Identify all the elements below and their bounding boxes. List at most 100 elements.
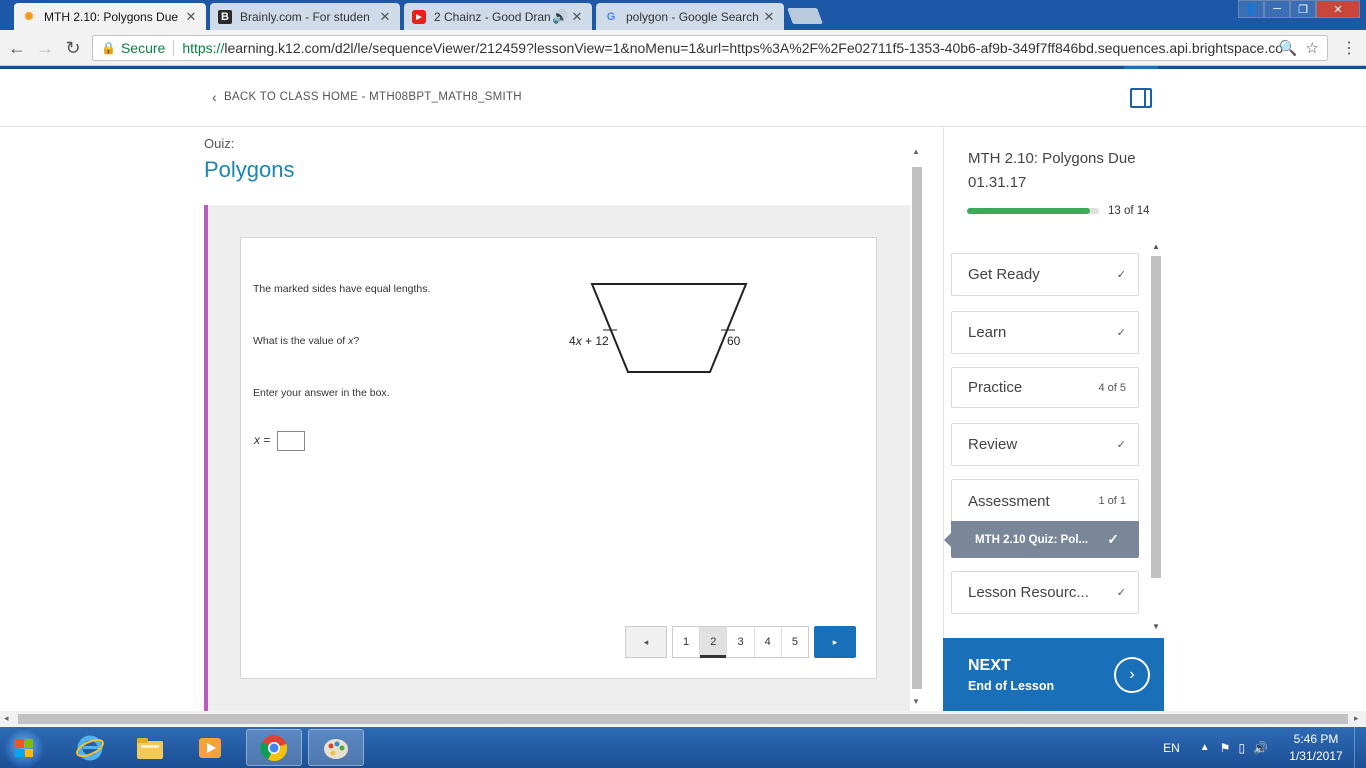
sidebar-item-lesson-resources[interactable]: Lesson Resourc... ✓ <box>951 571 1139 614</box>
scroll-left-arrow[interactable]: ◂ <box>4 713 9 724</box>
zoom-icon[interactable]: 🔍 <box>1279 39 1298 57</box>
panel-toggle-icon[interactable] <box>1130 88 1152 108</box>
chrome-icon[interactable] <box>246 729 302 766</box>
tab-polygons[interactable]: ✺ MTH 2.10: Polygons Due ✕ <box>14 3 206 30</box>
browser-tab-strip: ✺ MTH 2.10: Polygons Due ✕ B Brainly.com… <box>0 0 1366 30</box>
question-prompt: What is the value of x? <box>253 335 359 347</box>
sidebar-subitem-quiz[interactable]: MTH 2.10 Quiz: Pol... ✓ <box>944 521 1139 558</box>
volume-icon[interactable]: 🔊 <box>1253 741 1268 755</box>
sidebar-item-label: Assessment <box>968 492 1050 510</box>
content-scrollbar[interactable]: ▲ ▼ <box>910 145 924 710</box>
scroll-right-arrow[interactable]: ▸ <box>1354 713 1359 724</box>
practice-count: 4 of 5 <box>1098 381 1126 394</box>
new-tab-button[interactable] <box>787 8 823 24</box>
address-bar[interactable]: 🔒 Secure https://learning.k12.com/d2l/le… <box>92 35 1328 61</box>
sidebar-item-label: Get Ready <box>968 266 1040 283</box>
page-title: Polygons <box>204 157 295 182</box>
answer-input[interactable] <box>277 431 305 451</box>
quiz-label: Quiz: <box>204 136 235 148</box>
answer-instruction: Enter your answer in the box. <box>253 387 390 399</box>
tab-brainly[interactable]: B Brainly.com - For studen ✕ <box>210 3 400 30</box>
sidebar-item-assessment[interactable]: Assessment 1 of 1 <box>951 479 1139 522</box>
sidebar-item-review[interactable]: Review ✓ <box>951 423 1139 466</box>
close-icon[interactable]: ✕ <box>378 9 392 25</box>
lock-icon: 🔒 <box>101 41 116 55</box>
next-title: NEXT <box>968 657 1011 674</box>
omnibox-actions: 🔍 ☆ <box>1279 39 1319 57</box>
tab-youtube[interactable]: ▶ 2 Chainz - Good Dran 🔊 ✕ <box>404 3 592 30</box>
reload-icon[interactable]: ↻ <box>62 37 84 59</box>
scrollbar-thumb[interactable] <box>912 167 922 689</box>
tab-title: polygon - Google Search <box>626 9 759 24</box>
forward-arrow-icon[interactable]: → <box>34 37 56 59</box>
windows-taskbar: EN ▲ ⚑ ▯ 🔊 5:46 PM 1/31/2017 <box>0 727 1366 768</box>
page-button-3[interactable]: 3 <box>727 627 755 657</box>
internet-explorer-icon[interactable] <box>62 729 118 766</box>
language-indicator[interactable]: EN <box>1163 741 1180 755</box>
scroll-down-arrow[interactable]: ▼ <box>912 697 920 706</box>
file-explorer-icon[interactable] <box>122 729 178 766</box>
close-icon[interactable]: ✕ <box>762 9 776 25</box>
scrollbar-thumb[interactable] <box>1151 256 1161 578</box>
page-button-2[interactable]: 2 <box>700 627 728 658</box>
scroll-up-arrow[interactable]: ▲ <box>912 147 920 156</box>
minimize-button[interactable]: ─ <box>1264 0 1290 18</box>
window-controls: 👤 ─ ❐ ✕ <box>1238 0 1360 18</box>
sidebar-item-learn[interactable]: Learn ✓ <box>951 311 1139 354</box>
left-side-label: 4x + 12 <box>569 334 609 348</box>
sidebar-item-label: Learn <box>968 324 1007 341</box>
menu-icon[interactable]: ⋮ <box>1338 37 1360 59</box>
battery-icon[interactable]: ▯ <box>1238 741 1245 755</box>
start-button[interactable] <box>4 728 44 768</box>
sidebar-item-get-ready[interactable]: Get Ready ✓ <box>951 253 1139 296</box>
check-icon: ✓ <box>1107 531 1119 547</box>
action-center-flag-icon[interactable]: ⚑ <box>1220 741 1231 755</box>
sidebar-scrollbar[interactable]: ▲ ▼ <box>1149 240 1163 634</box>
close-icon[interactable]: ✕ <box>570 9 584 25</box>
back-link-label: BACK TO CLASS HOME - MTH08BPT_MATH8_SMIT… <box>223 91 522 103</box>
trapezoid-figure: 4x + 12 60 <box>569 283 748 373</box>
check-icon: ✓ <box>1116 269 1126 281</box>
chevron-left-icon: ‹ <box>212 89 217 105</box>
check-icon: ✓ <box>1116 587 1126 599</box>
star-icon[interactable]: ☆ <box>1306 39 1319 57</box>
show-hidden-icons-icon[interactable]: ▲ <box>1200 742 1210 753</box>
scroll-up-arrow[interactable]: ▲ <box>1152 242 1160 251</box>
system-clock[interactable]: 5:46 PM 1/31/2017 <box>1278 731 1354 765</box>
close-icon[interactable]: ✕ <box>184 9 198 25</box>
paint-icon[interactable] <box>308 729 364 766</box>
url-rest: learning.k12.com/d2l/le/sequenceViewer/2… <box>224 40 1283 56</box>
url-text: https://learning.k12.com/d2l/le/sequence… <box>182 40 1292 56</box>
back-to-class-link[interactable]: ‹ BACK TO CLASS HOME - MTH08BPT_MATH8_SM… <box>212 89 522 105</box>
trapezoid-shape <box>590 283 748 373</box>
prev-question-button[interactable]: ◂ <box>625 626 667 658</box>
next-question-button[interactable]: ▸ <box>814 626 856 658</box>
next-lesson-button[interactable]: NEXT End of Lesson › <box>943 638 1164 711</box>
page-button-5[interactable]: 5 <box>782 627 808 657</box>
next-subtitle: End of Lesson <box>968 679 1055 693</box>
brainly-b-icon: B <box>218 9 232 24</box>
user-icon[interactable]: 👤 <box>1238 0 1264 18</box>
page-button-4[interactable]: 4 <box>755 627 782 657</box>
sidebar-item-label: Lesson Resourc... <box>968 584 1089 601</box>
scrollbar-thumb[interactable] <box>18 714 1348 724</box>
chevron-right-icon: › <box>1114 657 1150 693</box>
tab-google[interactable]: G polygon - Google Search ✕ <box>596 3 784 30</box>
page-horizontal-scrollbar[interactable]: ◂ ▸ <box>0 711 1366 727</box>
scroll-down-arrow[interactable]: ▼ <box>1152 622 1160 631</box>
back-arrow-icon[interactable]: ← <box>6 37 28 59</box>
page-button-1[interactable]: 1 <box>673 627 701 657</box>
prompt-pre: What is the value of <box>253 335 349 347</box>
maximize-button[interactable]: ❐ <box>1290 0 1316 18</box>
clock-time: 5:46 PM <box>1293 731 1339 746</box>
progress-label: 13 of 14 <box>1108 205 1150 217</box>
k12-flower-icon: ✺ <box>24 11 34 23</box>
close-window-button[interactable]: ✕ <box>1316 0 1360 18</box>
media-player-icon[interactable] <box>182 729 238 766</box>
speaker-icon[interactable]: 🔊 <box>552 9 568 25</box>
youtube-icon: ▶ <box>412 9 426 24</box>
assessment-count: 1 of 1 <box>1098 495 1126 507</box>
sidebar-item-practice[interactable]: Practice 4 of 5 <box>951 367 1139 408</box>
show-desktop-button[interactable] <box>1354 727 1366 768</box>
system-tray: EN ▲ ⚑ ▯ 🔊 5:46 PM 1/31/2017 <box>1163 727 1366 768</box>
